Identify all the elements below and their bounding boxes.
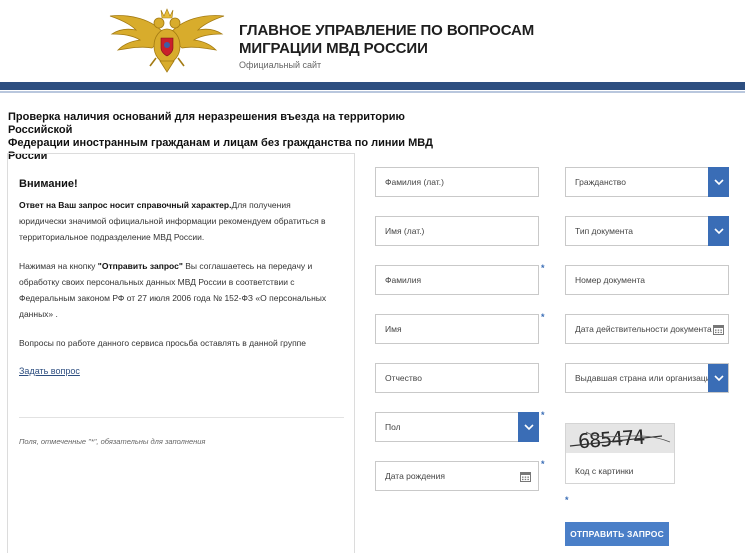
attention-heading: Внимание! <box>19 178 78 190</box>
doc-validity-input[interactable]: Дата действительности документа <box>565 314 729 344</box>
issuing-country-placeholder: Выдавшая страна или организация <box>575 373 716 383</box>
captcha-input[interactable]: Код с картинки <box>575 466 633 476</box>
surname-required-mark: * <box>541 263 545 273</box>
captcha-image: 685474 <box>566 424 674 453</box>
gender-select[interactable]: Пол <box>375 412 539 442</box>
doc-validity-placeholder: Дата действительности документа <box>575 324 712 334</box>
surname-input[interactable]: Фамилия <box>375 265 539 295</box>
ask-question-link[interactable]: Задать вопрос <box>19 366 80 376</box>
citizenship-select[interactable]: Гражданство <box>565 167 729 197</box>
info-divider <box>19 417 344 418</box>
citizenship-placeholder: Гражданство <box>575 177 626 187</box>
captcha-box: 685474 Код с картинки <box>565 423 675 484</box>
calendar-icon[interactable] <box>713 324 724 335</box>
captcha-noise-lines <box>569 431 671 447</box>
gender-placeholder: Пол <box>385 422 401 432</box>
captcha-required-mark: * <box>565 495 569 505</box>
name-lat-input[interactable]: Имя (лат.) <box>375 216 539 246</box>
name-required-mark: * <box>541 312 545 322</box>
site-header: ГЛАВНОЕ УПРАВЛЕНИЕ ПО ВОПРОСАМ МИГРАЦИИ … <box>0 0 745 82</box>
surname-lat-placeholder: Фамилия (лат.) <box>385 177 444 187</box>
gender-dropdown-button[interactable] <box>518 412 539 442</box>
name-placeholder: Имя <box>385 324 402 334</box>
chevron-down-icon <box>713 178 724 185</box>
doc-number-input[interactable]: Номер документа <box>565 265 729 295</box>
citizenship-dropdown-button[interactable] <box>708 167 729 197</box>
patronymic-placeholder: Отчество <box>385 373 422 383</box>
submit-request-button[interactable]: ОТПРАВИТЬ ЗАПРОС <box>565 522 669 546</box>
doc-number-placeholder: Номер документа <box>575 275 645 285</box>
surname-lat-input[interactable]: Фамилия (лат.) <box>375 167 539 197</box>
doc-type-dropdown-button[interactable] <box>708 216 729 246</box>
calendar-icon[interactable] <box>520 471 531 482</box>
site-subtitle: Официальный сайт <box>239 60 322 70</box>
header-band <box>0 82 745 90</box>
issuing-country-dropdown-button[interactable] <box>708 364 728 392</box>
double-headed-eagle-emblem-icon <box>109 8 225 73</box>
patronymic-input[interactable]: Отчество <box>375 363 539 393</box>
site-title: ГЛАВНОЕ УПРАВЛЕНИЕ ПО ВОПРОСАМ МИГРАЦИИ … <box>239 22 535 57</box>
name-input[interactable]: Имя <box>375 314 539 344</box>
chevron-down-icon <box>713 227 724 234</box>
header-band-line <box>0 91 745 93</box>
info-panel: Внимание! Ответ на Ваш запрос носит спра… <box>7 153 355 553</box>
birth-date-placeholder: Дата рождения <box>385 471 445 481</box>
info-paragraph-consent: Нажимая на кнопку "Отправить запрос" Вы … <box>19 261 327 319</box>
info-paragraph-questions: Вопросы по работе данного сервиса просьб… <box>19 338 306 348</box>
doc-type-select[interactable]: Тип документа <box>565 216 729 246</box>
required-fields-note: Поля, отмеченные "*", обязательны для за… <box>19 437 206 446</box>
chevron-down-icon <box>713 374 724 381</box>
birth-date-input[interactable]: Дата рождения <box>375 461 539 491</box>
surname-placeholder: Фамилия <box>385 275 422 285</box>
chevron-down-icon <box>523 423 534 430</box>
doc-type-placeholder: Тип документа <box>575 226 633 236</box>
info-paragraph-reference: Ответ на Ваш запрос носит справочный хар… <box>19 200 326 242</box>
name-lat-placeholder: Имя (лат.) <box>385 226 425 236</box>
birth-date-required-mark: * <box>541 459 545 469</box>
issuing-country-select[interactable]: Выдавшая страна или организация <box>565 363 729 393</box>
gender-required-mark: * <box>541 410 545 420</box>
